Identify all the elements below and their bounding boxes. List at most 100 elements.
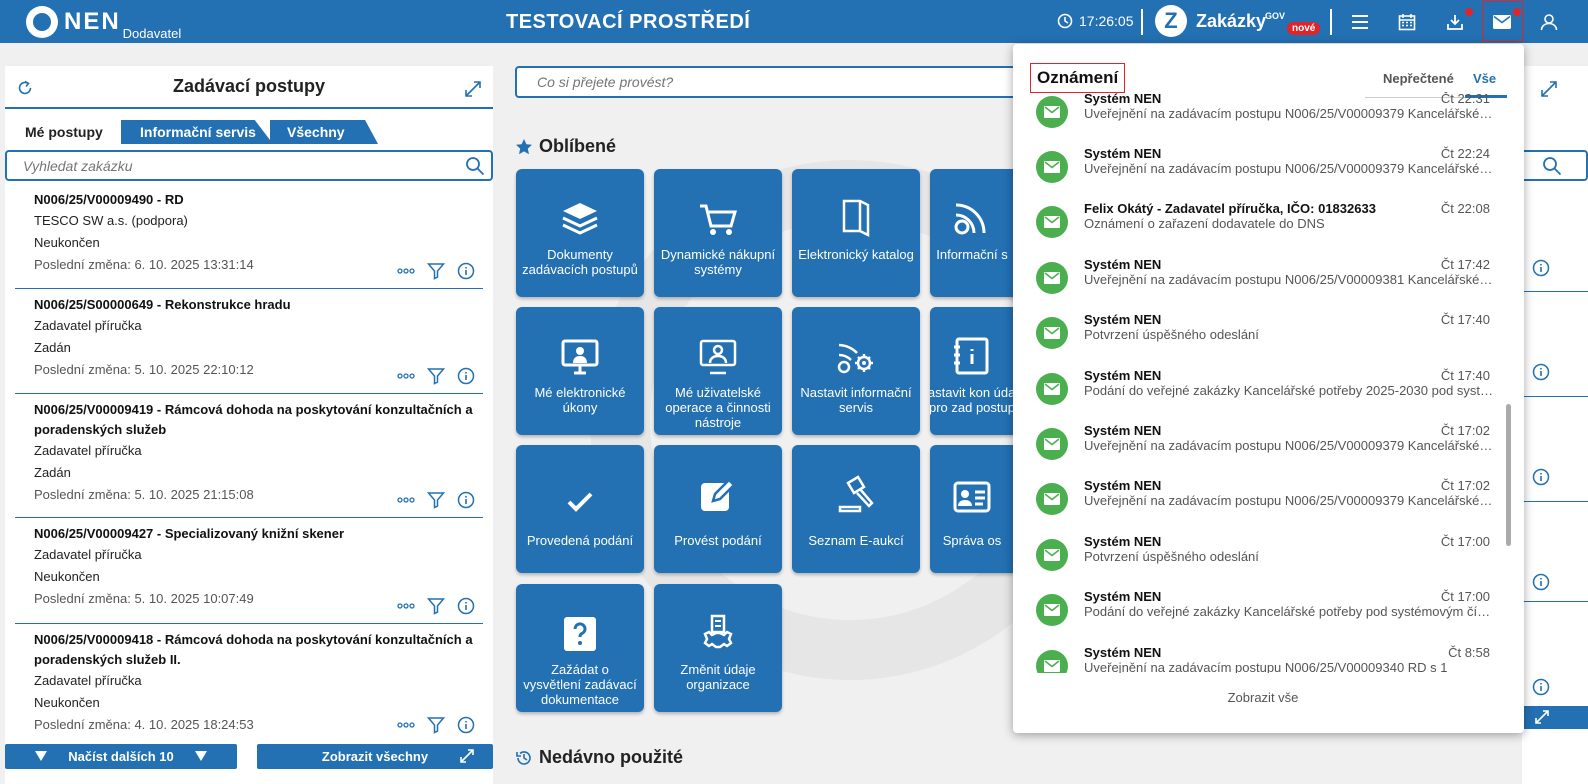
filter-icon[interactable] [427, 716, 445, 734]
header-divider [1141, 9, 1143, 35]
procedure-title[interactable]: N006/25/V00009418 - Rámcová dohoda na po… [34, 630, 483, 670]
mail-icon [1036, 206, 1068, 238]
tile-make-submission[interactable]: Provést podání [654, 445, 782, 573]
notification-sender: Systém NEN [1084, 534, 1162, 549]
info-icon[interactable] [457, 716, 475, 734]
filter-icon[interactable] [427, 491, 445, 509]
notification-item[interactable]: Systém NEN Čt 17:00 Podání do veřejné za… [1013, 589, 1511, 649]
notification-scrollbar[interactable] [1506, 404, 1511, 546]
zakazky-gov-link[interactable]: Z Zakázky GOV nové [1155, 5, 1321, 37]
mail-icon[interactable] [1491, 11, 1513, 33]
calendar-icon[interactable] [1396, 11, 1418, 33]
zakazky-logo-icon: Z [1155, 5, 1187, 37]
notification-item[interactable]: Systém NEN Čt 17:02 Uveřejnění na zadáva… [1013, 478, 1511, 538]
tile-manage-persons[interactable]: Správa os [930, 445, 1014, 573]
procedure-actions [397, 367, 475, 385]
row-divider [1522, 291, 1588, 292]
search-icon[interactable] [1542, 156, 1562, 176]
list-item[interactable]: N006/25/V00009419 - Rámcová dohoda na po… [15, 394, 483, 518]
download-icon[interactable] [1444, 11, 1466, 33]
tile-set-contact-data[interactable]: Nastavit kon údaje pro zad postup [930, 307, 1014, 435]
info-icon[interactable] [1532, 259, 1550, 277]
info-icon[interactable] [1532, 678, 1550, 696]
expand-icon[interactable] [1540, 80, 1558, 103]
tab-unread[interactable]: Nepřečtené [1383, 71, 1454, 86]
tab-all[interactable]: Všechny [270, 120, 378, 144]
info-icon[interactable] [457, 367, 475, 385]
procedure-title[interactable]: N006/25/V00009490 - RD [34, 190, 483, 210]
notification-item[interactable]: Systém NEN Čt 17:40 Potvrzení úspěšného … [1013, 312, 1511, 372]
list-item[interactable]: N006/25/V00009490 - RD TESCO SW a.s. (po… [15, 184, 483, 289]
procedure-title[interactable]: N006/25/S00000649 - Rekonstrukce hradu [34, 295, 483, 315]
tile-label: Mé uživatelské operace a činnosti nástro… [665, 385, 771, 430]
filter-icon[interactable] [427, 367, 445, 385]
list-item[interactable]: N006/25/S00000649 - Rekonstrukce hradu Z… [15, 289, 483, 394]
notification-sender: Systém NEN [1084, 478, 1162, 493]
tile-dynamic-purchasing[interactable]: Dynamické nákupní systémy [654, 169, 782, 297]
expand-icon[interactable] [464, 80, 482, 103]
tile-electronic-catalog[interactable]: Elektronický katalog [792, 169, 920, 297]
show-all-procedures-button[interactable]: Zobrazit všechny [257, 744, 493, 769]
more-icon[interactable] [397, 268, 415, 274]
user-icon[interactable] [1538, 11, 1560, 33]
notification-item[interactable]: Systém NEN Čt 17:40 Podání do veřejné za… [1013, 368, 1511, 428]
notification-item[interactable]: Systém NEN Čt 22:24 Uveřejnění na zadáva… [1013, 146, 1511, 206]
more-icon[interactable] [397, 722, 415, 728]
tile-request-clarification[interactable]: Zažádat o vysvětlení zadávací dokumentac… [516, 584, 644, 712]
tile-change-organization-data[interactable]: Změnit údaje organizace [654, 584, 782, 712]
procedure-title[interactable]: N006/25/V00009419 - Rámcová dohoda na po… [34, 400, 483, 440]
tile-submitted-bids[interactable]: Provedená podání [516, 445, 644, 573]
panel-title: Zadávací postupy [172, 76, 326, 96]
mail-icon [1036, 373, 1068, 405]
notification-item[interactable]: Systém NEN Čt 17:02 Uveřejnění na zadáva… [1013, 423, 1511, 483]
more-icon[interactable] [397, 497, 415, 503]
more-icon[interactable] [397, 603, 415, 609]
right-search-box[interactable] [1522, 150, 1588, 181]
notification-sender: Systém NEN [1084, 92, 1162, 106]
tile-information-service[interactable]: Informační s [930, 169, 1014, 297]
notification-text: Podání do veřejné zakázky Kancelářské po… [1084, 604, 1494, 619]
row-divider [1522, 501, 1588, 502]
notification-item[interactable]: Felix Okátý - Zadavatel příručka, IČO: 0… [1013, 201, 1511, 261]
tile-set-information-service[interactable]: Nastavit informační servis [792, 307, 920, 435]
search-icon[interactable] [465, 156, 485, 181]
notification-item[interactable]: Systém NEN Čt 8:58 Uveřejnění na zadávac… [1013, 645, 1511, 673]
notification-list: Systém NEN Čt 22:31 Uveřejnění na zadáva… [1013, 92, 1511, 673]
notification-item[interactable]: Systém NEN Čt 22:31 Uveřejnění na zadáva… [1013, 92, 1511, 151]
procedure-status: Zadán [34, 465, 71, 480]
cart-icon [700, 204, 737, 235]
more-icon[interactable] [397, 373, 415, 379]
notification-item[interactable]: Systém NEN Čt 17:00 Potvrzení úspěšného … [1013, 534, 1511, 594]
procedure-search-input[interactable] [7, 152, 447, 179]
tile-my-user-operations[interactable]: Mé uživatelské operace a činnosti nástro… [654, 307, 782, 435]
tab-information-service[interactable]: Informační servis [121, 120, 273, 144]
show-all-notifications-link[interactable]: Zobrazit vše [1013, 690, 1513, 705]
command-input[interactable] [517, 68, 997, 96]
info-icon[interactable] [1532, 573, 1550, 591]
procedure-title[interactable]: N006/25/V00009427 - Specializovaný knižn… [34, 524, 483, 544]
nen-logo[interactable]: NEN Dodavatel [26, 6, 181, 41]
tab-my-procedures[interactable]: Mé postupy [13, 120, 121, 144]
menu-icon[interactable] [1349, 11, 1371, 33]
info-icon[interactable] [457, 597, 475, 615]
filter-icon[interactable] [427, 262, 445, 280]
tile-e-auctions[interactable]: Seznam E-aukcí [792, 445, 920, 573]
info-icon[interactable] [1532, 363, 1550, 381]
tile-my-electronic-acts[interactable]: Mé elektronické úkony [516, 307, 644, 435]
recent-heading: Nedávno použité [515, 747, 683, 768]
notification-item[interactable]: Systém NEN Čt 17:42 Uveřejnění na zadáva… [1013, 257, 1511, 317]
info-icon[interactable] [1532, 468, 1550, 486]
mail-icon [1036, 539, 1068, 571]
tab-all-notifications[interactable]: Vše [1473, 71, 1496, 86]
panel-title-underline [5, 107, 493, 109]
list-item[interactable]: N006/25/V00009427 - Specializovaný knižn… [15, 518, 483, 624]
info-icon[interactable] [457, 262, 475, 280]
load-more-button[interactable]: Načíst dalších 10 [5, 744, 237, 769]
filter-icon[interactable] [427, 597, 445, 615]
logo-text: NEN [64, 8, 121, 35]
info-icon[interactable] [457, 491, 475, 509]
right-expand-button[interactable] [1522, 706, 1588, 729]
list-item[interactable]: N006/25/V00009418 - Rámcová dohoda na po… [15, 624, 483, 746]
tile-procurement-documents[interactable]: Dokumenty zadávacích postupů [516, 169, 644, 297]
right-panel [1522, 66, 1588, 784]
